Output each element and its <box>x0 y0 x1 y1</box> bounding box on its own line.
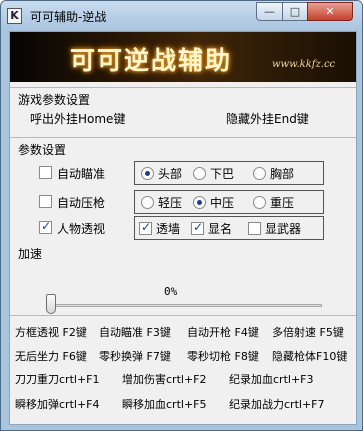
auto-aim-checkbox[interactable] <box>39 166 52 179</box>
esp-label: 人物透视 <box>57 222 106 236</box>
hotkey-item: 自动瞄准 F3键 <box>99 326 171 339</box>
hotkey-item: 自动开枪 F4键 <box>187 326 259 339</box>
banner-website: www.kkfz.cc <box>272 59 336 70</box>
banner-title: 可可逆战辅助 <box>70 46 233 75</box>
hotkey-item: 零秒换弹 F7键 <box>99 350 171 363</box>
auto-recoil-checkbox[interactable] <box>39 195 52 208</box>
client-area: 可可逆战辅助 www.kkfz.cc 游戏参数设置 呼出外挂Home键 隐藏外挂… <box>9 31 357 425</box>
recoil-medium-radio[interactable] <box>193 196 206 209</box>
aim-chest-label: 胸部 <box>270 167 295 181</box>
hotkey-item: 纪录加血crtl+F3 <box>229 373 314 386</box>
title-bar[interactable]: K 可可辅助-逆战 — □ ✕ <box>1 1 362 31</box>
recoil-medium-label: 中压 <box>210 196 235 210</box>
aim-head-label: 头部 <box>158 167 183 181</box>
hotkey-item: 多倍射速 F5键 <box>272 326 344 339</box>
hide-hotkey-label: 隐藏外挂End键 <box>226 112 309 126</box>
esp-show-weapon-label: 显武器 <box>265 222 302 236</box>
speed-title: 加速 <box>18 247 43 261</box>
game-params-title: 游戏参数设置 <box>18 93 91 107</box>
recoil-light-radio[interactable] <box>141 196 154 209</box>
esp-wallhack-label: 透墙 <box>156 222 181 236</box>
hotkey-list: 方框透视 F2键 自动瞄准 F3键 自动开枪 F4键 多倍射速 F5键 无后坐力… <box>10 315 356 425</box>
aim-head-radio[interactable] <box>141 167 154 180</box>
minimize-button[interactable]: — <box>256 2 283 21</box>
speed-slider-track[interactable] <box>50 304 322 307</box>
app-icon: K <box>7 8 22 24</box>
aim-chin-radio[interactable] <box>193 167 206 180</box>
esp-checkbox[interactable] <box>39 219 52 234</box>
game-params-group: 游戏参数设置 呼出外挂Home键 隐藏外挂End键 <box>10 87 356 133</box>
hotkey-item: 增加伤害crtl+F2 <box>122 373 207 386</box>
esp-show-weapon-checkbox[interactable] <box>248 222 261 235</box>
maximize-button[interactable]: □ <box>282 2 308 21</box>
hotkey-item: 瞬移加血crtl+F5 <box>122 398 207 411</box>
recoil-heavy-radio[interactable] <box>253 196 266 209</box>
auto-recoil-label: 自动压枪 <box>57 196 106 210</box>
esp-wallhack-checkbox[interactable] <box>139 220 152 235</box>
hotkey-item: 刀刀重刀crtl+F1 <box>15 373 100 386</box>
aim-chest-radio[interactable] <box>253 167 266 180</box>
params-group: 参数设置 自动瞄准 头部 下巴 胸部 自动压枪 轻压 中压 重压 人物透视 <box>10 137 356 240</box>
hotkey-item: 纪录加战力crtl+F7 <box>229 398 325 411</box>
aim-chin-label: 下巴 <box>210 167 235 181</box>
close-button[interactable]: ✕ <box>307 2 353 21</box>
speed-slider-thumb[interactable] <box>46 294 56 314</box>
recoil-heavy-label: 重压 <box>270 196 295 210</box>
auto-aim-label: 自动瞄准 <box>57 167 106 181</box>
window-title: 可可辅助-逆战 <box>30 10 107 24</box>
recoil-light-label: 轻压 <box>158 196 183 210</box>
hotkey-item: 零秒切枪 F8键 <box>187 350 259 363</box>
esp-show-name-label: 显名 <box>208 222 233 236</box>
hotkey-item: 隐藏枪体F10键 <box>272 350 348 363</box>
esp-show-name-checkbox[interactable] <box>191 220 204 235</box>
banner: 可可逆战辅助 www.kkfz.cc <box>10 32 356 82</box>
show-hotkey-label: 呼出外挂Home键 <box>30 112 126 126</box>
hotkey-item: 方框透视 F2键 <box>15 326 87 339</box>
hotkey-item: 瞬移加弹crtl+F4 <box>15 398 100 411</box>
hotkey-item: 无后坐力 F6键 <box>15 350 87 363</box>
app-window: K 可可辅助-逆战 — □ ✕ 可可逆战辅助 www.kkfz.cc 游戏参数设… <box>0 0 363 431</box>
params-title: 参数设置 <box>18 143 67 157</box>
speed-value: 0% <box>164 285 178 298</box>
